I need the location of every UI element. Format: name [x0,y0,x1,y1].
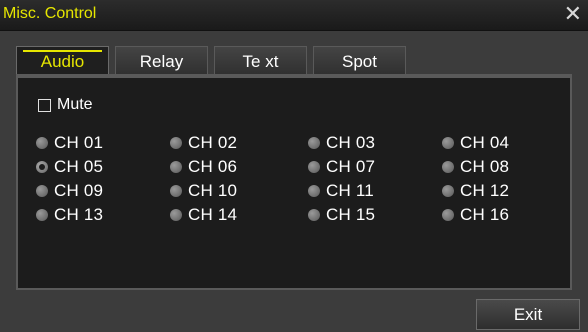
tab-spot[interactable]: Spot [313,46,406,76]
channel-radio-4[interactable]: CH 04 [442,133,510,152]
channel-radio-15[interactable]: CH 15 [308,205,376,224]
channel-radio-3[interactable]: CH 03 [308,133,376,152]
radio-button-icon[interactable] [36,137,48,149]
radio-button-icon[interactable] [36,185,48,197]
channel-radio-12[interactable]: CH 12 [442,181,510,200]
misc-control-window: Misc. Control ✕ Audio Relay Te xt Spot M… [0,0,588,332]
radio-button-icon[interactable] [170,209,182,221]
channel-label: CH 04 [460,133,510,152]
channel-radio-11[interactable]: CH 11 [308,181,374,200]
tab-audio[interactable]: Audio [16,46,109,76]
channel-label: CH 07 [326,157,376,176]
radio-button-icon[interactable] [170,137,182,149]
audio-panel: Mute CH 01 CH 02 CH 03 CH 04 CH 05 CH 06 CH 07… [16,76,572,290]
radio-button-icon[interactable] [36,209,48,221]
channel-label: CH 14 [188,205,238,224]
radio-button-icon[interactable] [442,137,454,149]
channel-radio-2[interactable]: CH 02 [170,133,238,152]
channel-label: CH 09 [54,181,104,200]
radio-button-icon[interactable] [442,209,454,221]
radio-button-icon[interactable] [442,161,454,173]
channel-label: CH 13 [54,205,104,224]
close-icon[interactable]: ✕ [564,2,582,26]
channel-radio-8[interactable]: CH 08 [442,157,510,176]
window-title: Misc. Control [3,5,97,22]
radio-button-icon[interactable] [170,161,182,173]
radio-button-icon[interactable] [308,185,320,197]
channel-label: CH 02 [188,133,238,152]
channel-label: CH 06 [188,157,238,176]
radio-button-icon[interactable] [170,185,182,197]
channel-label: CH 11 [326,181,374,200]
channel-radio-14[interactable]: CH 14 [170,205,238,224]
channel-label: CH 01 [54,133,104,152]
channel-radio-13[interactable]: CH 13 [36,205,104,224]
channel-radio-1[interactable]: CH 01 [36,133,104,152]
mute-checkbox[interactable] [38,98,51,112]
mute-label: Mute [57,96,93,113]
channel-label: CH 03 [326,133,376,152]
exit-button[interactable]: Exit [476,299,580,330]
channel-label: CH 05 [54,157,104,176]
channel-radio-6[interactable]: CH 06 [170,157,238,176]
radio-button-icon[interactable] [308,137,320,149]
radio-button-icon[interactable] [36,161,48,173]
tab-relay[interactable]: Relay [115,46,208,76]
channel-label: CH 16 [460,205,510,224]
channel-radio-10[interactable]: CH 10 [170,181,238,200]
channel-label: CH 12 [460,181,510,200]
title-bar: Misc. Control ✕ [0,0,588,31]
channel-label: CH 15 [326,205,376,224]
mute-checkbox-row[interactable]: Mute [38,96,93,114]
channel-radio-5[interactable]: CH 05 [36,157,104,176]
channel-radio-16[interactable]: CH 16 [442,205,510,224]
radio-button-icon[interactable] [442,185,454,197]
channel-label: CH 08 [460,157,510,176]
radio-button-icon[interactable] [308,209,320,221]
channel-label: CH 10 [188,181,238,200]
channel-radio-7[interactable]: CH 07 [308,157,376,176]
channel-radio-9[interactable]: CH 09 [36,181,104,200]
radio-button-icon[interactable] [308,161,320,173]
tab-text[interactable]: Te xt [214,46,307,76]
